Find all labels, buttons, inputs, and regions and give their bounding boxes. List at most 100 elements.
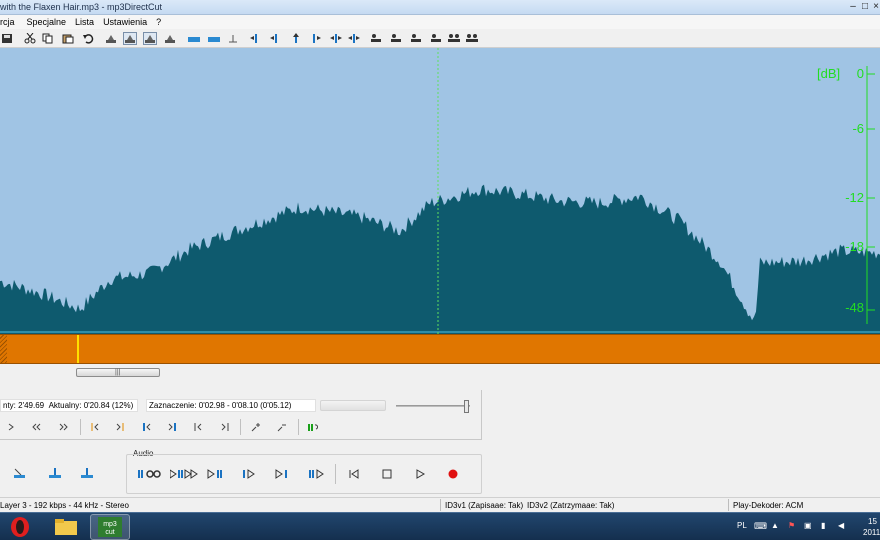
copy-icon[interactable]	[41, 32, 55, 45]
waveform-view[interactable]: [dB] 0 -6 -12 -18 -48	[0, 48, 880, 334]
volume-edit-icon[interactable]	[12, 466, 26, 480]
marker-icon[interactable]	[249, 32, 263, 45]
paste-icon[interactable]	[61, 32, 75, 45]
keyboard-language[interactable]: PL	[737, 521, 747, 530]
vol-icon[interactable]	[104, 32, 118, 45]
windows-taskbar: mp3cut PL ⌨ ▲ ⚑ ▣ ▮ ◀ 15 2011-	[0, 512, 880, 540]
pause-detect-icon[interactable]	[306, 420, 320, 434]
save-icon[interactable]	[0, 32, 14, 45]
waveform-graph[interactable]	[0, 48, 880, 334]
mp3directcut-icon[interactable]: mp3 cut	[90, 514, 130, 540]
opera-icon[interactable]	[0, 514, 40, 540]
person-icon[interactable]	[369, 32, 383, 45]
jump-selection-end-icon[interactable]	[113, 420, 127, 434]
undo-icon[interactable]	[81, 32, 95, 45]
person-icon[interactable]	[447, 32, 461, 45]
skip-back-icon[interactable]	[347, 466, 361, 482]
window-title: with the Flaxen Hair.mp3 - mp3DirectCut	[0, 2, 163, 12]
jump-end-icon[interactable]	[218, 420, 232, 434]
network-icon[interactable]: ▮	[821, 521, 825, 530]
folder-icon[interactable]	[46, 514, 86, 540]
cut-icon[interactable]	[23, 32, 37, 45]
cue-icon[interactable]	[226, 32, 240, 45]
separator	[298, 419, 299, 435]
status-id3v1: ID3v1 (Zapisaae: Tak)	[445, 501, 524, 510]
play-icon[interactable]	[413, 466, 427, 482]
status-separator	[440, 499, 441, 511]
zoom-in-icon[interactable]	[249, 420, 263, 434]
jump-cue-prev-icon[interactable]	[140, 420, 154, 434]
fast-forward-icon[interactable]	[57, 420, 71, 434]
selection-info: Zaznaczenie: 0'02.98 - 0'08.10 (0'05.12)	[146, 399, 316, 412]
menu-settings[interactable]: Ustawienia	[103, 17, 147, 27]
jump-selection-start-icon[interactable]	[88, 420, 102, 434]
wave-icon[interactable]	[187, 32, 201, 45]
fade-in-icon[interactable]	[48, 466, 62, 480]
zoom-out-icon[interactable]	[275, 420, 289, 434]
total-length: nty: 2'49.69	[3, 401, 45, 410]
play-to-end-icon[interactable]	[275, 466, 293, 482]
clock-time[interactable]: 15	[868, 517, 877, 526]
close-icon[interactable]: ×	[872, 0, 880, 13]
action-center-icon[interactable]: ⚑	[788, 521, 795, 530]
marker-icon[interactable]	[269, 32, 283, 45]
status-separator	[728, 499, 729, 511]
menu-list[interactable]: Lista	[75, 17, 94, 27]
wave-icon[interactable]	[207, 32, 221, 45]
tray-arrow-icon[interactable]: ▲	[771, 521, 779, 530]
db-tick-0: 0	[856, 66, 864, 81]
jump-cue-next-icon[interactable]	[165, 420, 179, 434]
keyboard-icon[interactable]: ⌨	[754, 521, 767, 532]
fade-out-icon[interactable]	[80, 466, 94, 480]
waveform-shape	[0, 184, 880, 334]
separator	[80, 419, 81, 435]
play-to-cue-icon[interactable]	[207, 466, 225, 482]
marker-icon[interactable]	[329, 32, 343, 45]
person-icon[interactable]	[409, 32, 423, 45]
status-id3v2: ID3v2 (Zatrzymaae: Tak)	[527, 501, 615, 510]
db-tick-6: -6	[852, 121, 864, 136]
vol-icon[interactable]	[163, 32, 177, 45]
status-decoder: Play-Dekoder: ACM	[733, 501, 804, 510]
marker-icon[interactable]	[309, 32, 323, 45]
maximize-icon[interactable]: □	[860, 0, 870, 13]
clock-date[interactable]: 2011-	[863, 528, 880, 537]
control-panel	[0, 390, 482, 440]
jump-start-icon[interactable]	[191, 420, 205, 434]
play-loop-icon[interactable]	[138, 466, 162, 482]
separator	[240, 419, 241, 435]
position-progress	[320, 400, 386, 411]
scrollbar-thumb[interactable]: |||	[76, 368, 160, 377]
db-tick-12: -12	[845, 190, 864, 205]
person-icon[interactable]	[429, 32, 443, 45]
play-around-cue-icon[interactable]	[308, 466, 326, 482]
volume-slider-knob[interactable]	[464, 400, 469, 413]
db-tick-18: -18	[845, 239, 864, 254]
volume-slider[interactable]	[396, 400, 470, 413]
menu-edit[interactable]: rcja	[0, 17, 15, 27]
play-cursor[interactable]	[77, 335, 79, 363]
menu-special[interactable]: Specjalne	[27, 17, 67, 27]
person-icon[interactable]	[389, 32, 403, 45]
horizontal-scrollbar[interactable]: |||	[0, 365, 880, 379]
db-tick-48: -48	[845, 300, 864, 315]
rewind-icon[interactable]	[29, 420, 43, 434]
stop-icon[interactable]	[380, 466, 394, 482]
vol-icon[interactable]	[143, 32, 157, 45]
speaker-icon[interactable]: ◀	[838, 521, 844, 530]
seek-forward-icon[interactable]	[4, 420, 18, 434]
status-format: Layer 3 - 192 kbps - 44 kHz - Stereo	[0, 501, 129, 510]
marker-icon[interactable]	[289, 32, 303, 45]
timeline-bar[interactable]	[0, 334, 880, 364]
marker-icon[interactable]	[347, 32, 361, 45]
person-icon[interactable]	[465, 32, 479, 45]
play-selection-icon[interactable]	[170, 466, 198, 482]
minimize-icon[interactable]: –	[848, 0, 858, 13]
record-icon[interactable]	[446, 466, 460, 482]
display-icon[interactable]: ▣	[804, 521, 812, 530]
menu-help[interactable]: ?	[156, 17, 161, 27]
vol-icon[interactable]	[123, 32, 137, 45]
play-from-cue-icon[interactable]	[242, 466, 260, 482]
info-total-current: nty: 2'49.69 Aktualny: 0'20.84 (12%)	[0, 399, 138, 412]
svg-text:cut: cut	[105, 529, 114, 536]
